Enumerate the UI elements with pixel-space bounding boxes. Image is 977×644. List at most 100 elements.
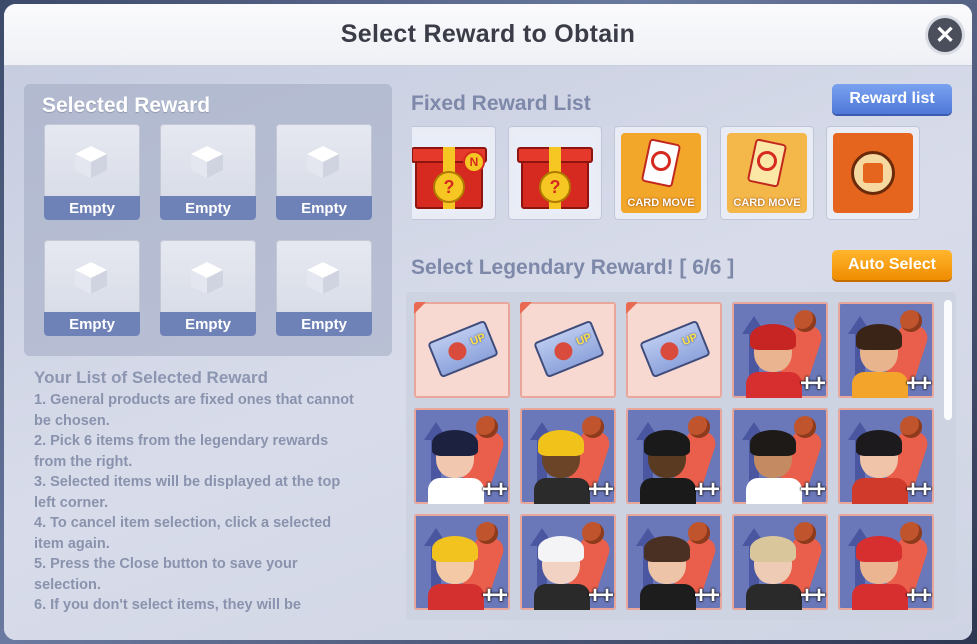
plus-plus-badge: ++ bbox=[799, 476, 826, 503]
reward-list-button[interactable]: Reward list bbox=[832, 84, 952, 114]
fixed-reward-item[interactable]: ? N bbox=[412, 126, 496, 220]
selected-slot[interactable]: Empty bbox=[44, 240, 140, 336]
instruction-line: left corner. bbox=[34, 494, 109, 511]
slot-label: Empty bbox=[276, 312, 372, 336]
fixed-reward-strip[interactable]: ? N? CARD MOVE CARD MOVE bbox=[412, 124, 932, 222]
upgrade-ticket-item[interactable]: UP bbox=[626, 302, 722, 398]
plus-plus-badge: ++ bbox=[693, 582, 720, 609]
basketball-icon bbox=[476, 522, 498, 544]
instructions-title: Your List of Selected Reward bbox=[34, 368, 268, 387]
empty-box-icon bbox=[75, 146, 107, 178]
basketball-icon bbox=[900, 310, 922, 332]
basketball-icon bbox=[900, 522, 922, 544]
selected-reward-title: Selected Reward bbox=[42, 94, 211, 117]
fixed-reward-item[interactable]: CARD MOVE bbox=[720, 126, 814, 220]
selected-slot[interactable]: Empty bbox=[44, 124, 140, 220]
up-label: UP bbox=[680, 331, 700, 349]
reward-dialog: Select Reward to Obtain ✕ Selected Rewar… bbox=[4, 4, 972, 640]
fixed-reward-item[interactable] bbox=[826, 126, 920, 220]
slot-label: Empty bbox=[160, 312, 256, 336]
corner-flag bbox=[626, 302, 638, 314]
selected-slot[interactable]: Empty bbox=[160, 124, 256, 220]
instruction-line: selection. bbox=[34, 576, 101, 593]
instruction-line: 3. Selected items will be displayed at t… bbox=[34, 474, 341, 490]
selected-slot[interactable]: Empty bbox=[276, 240, 372, 336]
basketball-icon bbox=[476, 416, 498, 438]
plus-plus-badge: ++ bbox=[587, 476, 614, 503]
player-card-item[interactable]: ++ bbox=[732, 408, 828, 504]
player-card-item[interactable]: ++ bbox=[520, 514, 616, 610]
close-button[interactable]: ✕ bbox=[928, 18, 962, 52]
basketball-icon bbox=[582, 522, 604, 544]
auto-select-button[interactable]: Auto Select bbox=[832, 250, 952, 280]
card-move-label: CARD MOVE bbox=[733, 197, 801, 209]
plus-plus-badge: ++ bbox=[905, 370, 932, 397]
plus-plus-badge: ++ bbox=[799, 370, 826, 397]
slot-label: Empty bbox=[160, 196, 256, 220]
fixed-reward-item[interactable]: ? bbox=[508, 126, 602, 220]
legendary-title: Select Legendary Reward! [ 6/6 ] bbox=[411, 256, 735, 279]
basketball-icon bbox=[794, 522, 816, 544]
plus-plus-badge: ++ bbox=[799, 582, 826, 609]
instruction-line: 6. If you don't select items, they will … bbox=[34, 597, 301, 613]
empty-box-icon bbox=[307, 262, 339, 294]
legendary-grid[interactable]: UP UP UP ++ ++ ++ ++ ++ ++ ++ ++ ++ ++ ++ ++ bbox=[406, 292, 956, 620]
selected-slot[interactable]: Empty bbox=[160, 240, 256, 336]
legendary-scrollbar[interactable] bbox=[944, 300, 952, 420]
card-move-icon: CARD MOVE bbox=[621, 133, 701, 213]
ticket-icon: UP bbox=[427, 319, 499, 379]
instruction-line: item again. bbox=[34, 535, 110, 552]
new-badge: N bbox=[463, 151, 485, 173]
up-label: UP bbox=[468, 331, 488, 349]
player-card-item[interactable]: ++ bbox=[414, 514, 510, 610]
basketball-icon bbox=[794, 310, 816, 332]
slot-label: Empty bbox=[44, 196, 140, 220]
dialog-title: Select Reward to Obtain bbox=[340, 20, 636, 48]
corner-flag bbox=[520, 302, 532, 314]
corner-flag bbox=[414, 302, 426, 314]
empty-box-icon bbox=[75, 262, 107, 294]
basketball-icon bbox=[794, 416, 816, 438]
basketball-icon bbox=[900, 416, 922, 438]
ticket-icon: UP bbox=[533, 319, 605, 379]
plus-plus-badge: ++ bbox=[905, 476, 932, 503]
swap-icon bbox=[833, 133, 913, 213]
player-card-item[interactable]: ++ bbox=[732, 302, 828, 398]
instruction-line: 5. Press the Close button to save your bbox=[34, 556, 298, 572]
player-card-item[interactable]: ++ bbox=[626, 408, 722, 504]
player-card-item[interactable]: ++ bbox=[414, 408, 510, 504]
instruction-line: 2. Pick 6 items from the legendary rewar… bbox=[34, 433, 329, 449]
player-card-item[interactable]: ++ bbox=[838, 302, 934, 398]
ticket-icon: UP bbox=[639, 319, 711, 379]
player-card-item[interactable]: ++ bbox=[626, 514, 722, 610]
upgrade-ticket-item[interactable]: UP bbox=[414, 302, 510, 398]
selected-slot[interactable]: Empty bbox=[276, 124, 372, 220]
empty-box-icon bbox=[307, 146, 339, 178]
gift-box-icon: ? bbox=[515, 133, 595, 213]
player-card-item[interactable]: ++ bbox=[838, 408, 934, 504]
instruction-line: from the right. bbox=[34, 453, 133, 470]
fixed-reward-title: Fixed Reward List bbox=[411, 92, 591, 115]
dialog-title-bar: Select Reward to Obtain ✕ bbox=[4, 4, 972, 66]
basketball-icon bbox=[688, 522, 710, 544]
instructions: Your List of Selected Reward 1. General … bbox=[34, 368, 390, 616]
player-card-item[interactable]: ++ bbox=[520, 408, 616, 504]
basketball-icon bbox=[688, 416, 710, 438]
plus-plus-badge: ++ bbox=[587, 582, 614, 609]
instruction-line: 1. General products are fixed ones that … bbox=[34, 392, 354, 408]
gift-box-icon: ? N bbox=[412, 133, 489, 213]
plus-plus-badge: ++ bbox=[905, 582, 932, 609]
up-label: UP bbox=[574, 331, 594, 349]
slot-label: Empty bbox=[276, 196, 372, 220]
empty-box-icon bbox=[191, 146, 223, 178]
fixed-reward-item[interactable]: CARD MOVE bbox=[614, 126, 708, 220]
basketball-icon bbox=[582, 416, 604, 438]
upgrade-ticket-item[interactable]: UP bbox=[520, 302, 616, 398]
plus-plus-badge: ++ bbox=[481, 476, 508, 503]
close-icon: ✕ bbox=[934, 21, 956, 49]
player-card-item[interactable]: ++ bbox=[732, 514, 828, 610]
card-move-icon: CARD MOVE bbox=[727, 133, 807, 213]
player-card-item[interactable]: ++ bbox=[838, 514, 934, 610]
card-move-label: CARD MOVE bbox=[627, 197, 695, 209]
slot-label: Empty bbox=[44, 312, 140, 336]
